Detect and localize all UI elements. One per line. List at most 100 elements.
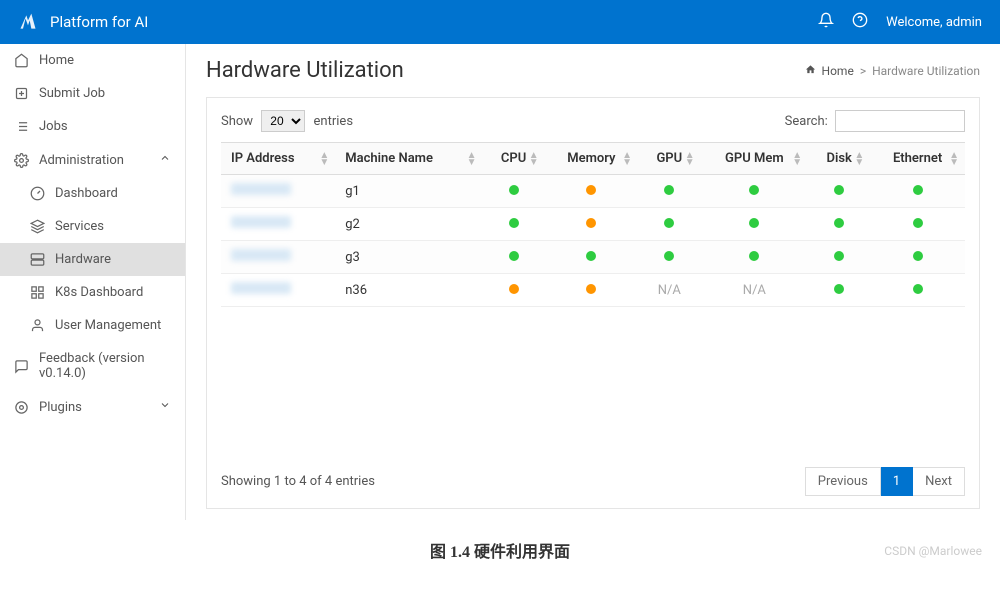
table-row[interactable]: g3 — [221, 241, 965, 274]
sidebar-item-plugins[interactable]: Plugins — [0, 390, 185, 424]
sidebar-item-jobs[interactable]: Jobs — [0, 110, 185, 143]
status-dot — [913, 251, 923, 261]
table-footer: Showing 1 to 4 of 4 entries Previous 1 N… — [221, 467, 965, 496]
page-button[interactable]: 1 — [881, 467, 913, 496]
server-icon — [30, 252, 45, 267]
sidebar-item-label: Administration — [39, 153, 124, 168]
col-cpu[interactable]: CPU▲▼ — [483, 143, 545, 175]
col-mem[interactable]: Memory▲▼ — [545, 143, 638, 175]
show-entries: Show 20 entries — [221, 110, 353, 132]
col-eth[interactable]: Ethernet▲▼ — [870, 143, 965, 175]
cell-eth — [870, 241, 965, 274]
col-name[interactable]: Machine Name▲▼ — [335, 143, 482, 175]
status-dot — [586, 218, 596, 228]
entries-select[interactable]: 20 — [261, 110, 305, 132]
show-label: Show — [221, 114, 253, 129]
sort-icon: ▲▼ — [467, 152, 477, 166]
sort-icon: ▲▼ — [685, 152, 695, 166]
sort-icon: ▲▼ — [854, 152, 864, 166]
status-dot — [749, 185, 759, 195]
table-row[interactable]: n36N/AN/A — [221, 274, 965, 307]
gear-icon — [14, 153, 29, 168]
status-dot — [913, 218, 923, 228]
cell-disk — [808, 208, 870, 241]
sidebar-item-label: Home — [39, 53, 74, 68]
hardware-table: IP Address▲▼ Machine Name▲▼ CPU▲▼ Memory… — [221, 142, 965, 307]
sidebar-item-label: K8s Dashboard — [55, 285, 143, 300]
cell-gpu — [638, 241, 701, 274]
status-dot — [834, 185, 844, 195]
breadcrumb-home[interactable]: Home — [822, 64, 854, 78]
status-dot — [834, 218, 844, 228]
sidebar-item-dashboard[interactable]: Dashboard — [0, 177, 185, 210]
sidebar-item-label: Submit Job — [39, 86, 105, 101]
sort-icon: ▲▼ — [792, 152, 802, 166]
cell-ip — [221, 175, 335, 208]
col-ip[interactable]: IP Address▲▼ — [221, 143, 335, 175]
sidebar-item-hardware[interactable]: Hardware — [0, 243, 185, 276]
figure-caption: 图 1.4 硬件利用界面 — [0, 538, 1000, 562]
cell-ip — [221, 208, 335, 241]
layers-icon — [30, 219, 45, 234]
sidebar-item-label: Hardware — [55, 252, 111, 267]
sort-icon: ▲▼ — [949, 152, 959, 166]
cell-gpu: N/A — [638, 274, 701, 307]
sidebar-item-label: User Management — [55, 318, 161, 333]
col-disk[interactable]: Disk▲▼ — [808, 143, 870, 175]
cell-mem — [545, 274, 638, 307]
table-card: Show 20 entries Search: IP Address▲▼ Mac… — [206, 97, 980, 509]
status-dot — [509, 185, 519, 195]
next-button[interactable]: Next — [913, 467, 965, 496]
cell-cpu — [483, 274, 545, 307]
submit-icon — [14, 86, 29, 101]
table-row[interactable]: g1 — [221, 175, 965, 208]
entries-label: entries — [314, 114, 354, 129]
gauge-icon — [30, 186, 45, 201]
status-dot — [586, 284, 596, 294]
sidebar-item-label: Jobs — [39, 119, 68, 134]
status-dot — [586, 185, 596, 195]
sidebar-item-home[interactable]: Home — [0, 44, 185, 77]
sidebar-item-k8s[interactable]: K8s Dashboard — [0, 276, 185, 309]
chevron-up-icon — [159, 152, 171, 168]
col-gpu[interactable]: GPU▲▼ — [638, 143, 701, 175]
sidebar-item-submit[interactable]: Submit Job — [0, 77, 185, 110]
col-gpumem[interactable]: GPU Mem▲▼ — [701, 143, 809, 175]
breadcrumb-sep: > — [860, 64, 866, 78]
status-dot — [913, 284, 923, 294]
bell-icon[interactable] — [818, 12, 834, 32]
cell-mem — [545, 241, 638, 274]
grid-icon — [30, 285, 45, 300]
cell-disk — [808, 274, 870, 307]
prev-button[interactable]: Previous — [805, 467, 881, 496]
status-dot — [664, 185, 674, 195]
status-dot — [586, 251, 596, 261]
cell-gpu — [638, 208, 701, 241]
cell-name: g2 — [335, 208, 482, 241]
sidebar-item-services[interactable]: Services — [0, 210, 185, 243]
cell-eth — [870, 208, 965, 241]
layout: Home Submit Job Jobs Administration Dash… — [0, 44, 1000, 520]
home-icon — [14, 53, 29, 68]
sidebar-item-label: Plugins — [39, 400, 82, 415]
cell-mem — [545, 175, 638, 208]
help-icon[interactable] — [852, 12, 868, 32]
sidebar-item-users[interactable]: User Management — [0, 309, 185, 342]
search-input[interactable] — [835, 110, 965, 132]
cell-eth — [870, 274, 965, 307]
cell-disk — [808, 175, 870, 208]
sidebar-item-label: Feedback (version v0.14.0) — [39, 351, 171, 381]
na-label: N/A — [658, 283, 681, 298]
main-content: Hardware Utilization Home > Hardware Uti… — [186, 44, 1000, 520]
sort-icon: ▲▼ — [529, 152, 539, 166]
table-row[interactable]: g2 — [221, 208, 965, 241]
sidebar-item-label: Dashboard — [55, 186, 118, 201]
table-controls: Show 20 entries Search: — [221, 110, 965, 132]
cell-gpumem — [701, 241, 809, 274]
list-icon — [14, 119, 29, 134]
welcome-label[interactable]: Welcome, admin — [886, 15, 982, 30]
sidebar-item-admin[interactable]: Administration — [0, 143, 185, 177]
sidebar-item-feedback[interactable]: Feedback (version v0.14.0) — [0, 342, 185, 390]
cell-name: g1 — [335, 175, 482, 208]
search-box: Search: — [785, 110, 965, 132]
